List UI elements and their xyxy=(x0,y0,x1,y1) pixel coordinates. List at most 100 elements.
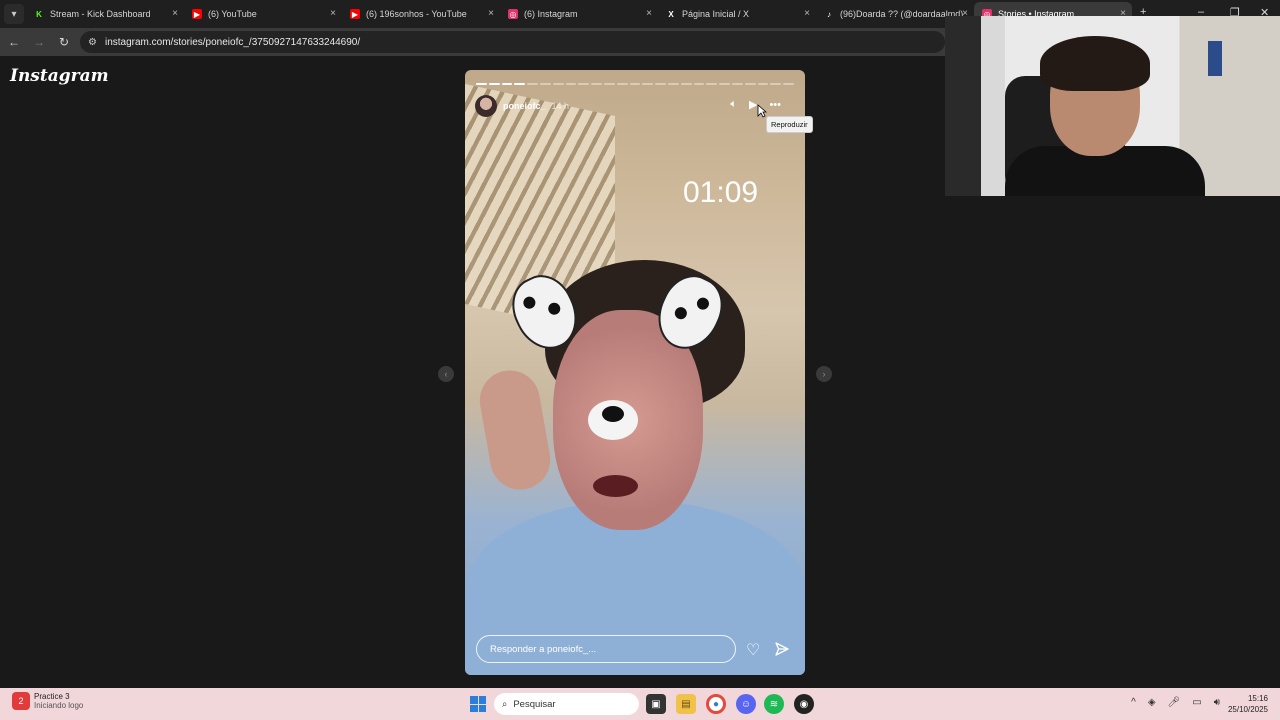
mouse-cursor-icon xyxy=(757,104,767,118)
dog-nose xyxy=(588,400,638,440)
tab-close-icon[interactable]: × xyxy=(172,8,178,19)
tab-label: Página Inicial / X xyxy=(682,9,750,19)
story-header: poneiofc_ 14 h 🔈︎ ▶ ••• xyxy=(475,94,795,118)
discord-icon[interactable]: ☺ xyxy=(736,694,756,714)
streamer-hair xyxy=(1040,36,1150,91)
clock-date: 25/10/2025 xyxy=(1227,705,1268,714)
story-progress-segment xyxy=(719,83,730,85)
story-progress-segment xyxy=(770,83,782,85)
story-progress-segment xyxy=(514,83,526,85)
tab-search-dropdown[interactable]: ▾ xyxy=(4,4,24,24)
instagram-logo[interactable]: Instagram xyxy=(10,66,109,86)
story-progress-segment xyxy=(552,83,564,85)
story-progress-segment xyxy=(642,83,654,85)
mouth xyxy=(593,475,638,497)
story-progress-segment xyxy=(476,83,487,85)
search-placeholder: Pesquisar xyxy=(513,698,556,710)
microphone-icon[interactable]: 🎤︎ xyxy=(1168,697,1181,708)
task-view-icon[interactable]: ▣ xyxy=(646,694,666,714)
tab-close-icon[interactable]: × xyxy=(488,8,494,19)
story-progress-segment xyxy=(539,83,551,85)
story-progress-segment xyxy=(667,83,679,85)
url-text: instagram.com/stories/poneiofc_/37509271… xyxy=(104,36,361,48)
story-progress-segment xyxy=(527,83,538,85)
story-progress-segment xyxy=(655,83,666,85)
security-icon[interactable]: ◈ xyxy=(1148,697,1156,708)
heart-icon[interactable]: ♡ xyxy=(746,640,760,660)
story-progress-segment xyxy=(680,83,692,85)
story-progress-segment xyxy=(591,83,602,85)
chrome-icon[interactable]: ● xyxy=(706,694,726,714)
more-options-icon[interactable]: ••• xyxy=(769,99,781,111)
notification-title: Practice 3 xyxy=(34,692,70,701)
forward-icon[interactable]: → xyxy=(28,31,50,53)
tiktok-icon: ♪ xyxy=(827,9,831,19)
story-overlay-text: 01:09 xyxy=(683,176,759,209)
story-progress-segment xyxy=(603,83,615,85)
back-icon[interactable]: ← xyxy=(3,31,25,53)
tab-close-icon[interactable]: × xyxy=(646,8,652,19)
story-progress-bar xyxy=(476,83,794,85)
obs-icon[interactable]: ◉ xyxy=(794,694,814,714)
tab-label: (6) YouTube xyxy=(208,9,257,19)
chevron-up-icon[interactable]: ^ xyxy=(1131,697,1136,708)
story-progress-segment xyxy=(731,83,743,85)
tab-label: Stream - Kick Dashboard xyxy=(50,9,151,19)
story-username[interactable]: poneiofc_ xyxy=(503,101,546,111)
tab-label: (6) Instagram xyxy=(524,9,578,19)
clock-time: 15:16 xyxy=(1247,694,1268,703)
youtube-icon: ▶ xyxy=(192,9,202,19)
story-progress-segment xyxy=(629,83,641,85)
story-progress-segment xyxy=(783,83,794,85)
tab-youtube[interactable]: ▶ (6) YouTube × xyxy=(184,2,342,26)
network-icon[interactable]: ▭ xyxy=(1192,697,1201,708)
kick-icon: K xyxy=(36,9,42,19)
reply-input[interactable]: Responder a poneiofc_... xyxy=(476,635,736,663)
story-progress-segment xyxy=(693,83,705,85)
instagram-icon: ◎ xyxy=(508,9,518,19)
tab-close-icon[interactable]: × xyxy=(330,8,336,19)
system-tray: ^ ◈ 🎤︎ ▭ 🔊︎ xyxy=(1131,697,1220,708)
notification-badge: 2 xyxy=(12,692,30,710)
tab-close-icon[interactable]: × xyxy=(804,8,810,19)
notification-widget[interactable]: 2 Practice 3 Iniciando logo xyxy=(12,692,83,710)
story-progress-segment xyxy=(565,83,577,85)
send-icon[interactable] xyxy=(774,641,790,657)
taskbar-search[interactable]: ⌕ Pesquisar xyxy=(494,693,639,715)
story-viewer[interactable]: poneiofc_ 14 h 🔈︎ ▶ ••• 01:09 Responder … xyxy=(465,70,805,675)
site-info-icon[interactable]: ⚙ xyxy=(88,37,97,48)
volume-icon[interactable]: 🔈︎ xyxy=(730,98,737,111)
story-progress-segment xyxy=(757,83,769,85)
story-progress-segment xyxy=(706,83,718,85)
previous-story-icon[interactable]: ‹ xyxy=(438,366,454,382)
tab-label: (6) 196sonhos - YouTube xyxy=(366,9,467,19)
hand xyxy=(475,365,555,495)
tab-youtube-196sonhos[interactable]: ▶ (6) 196sonhos - YouTube × xyxy=(342,2,500,26)
story-time: 14 h xyxy=(551,101,570,111)
spotify-icon[interactable]: ≋ xyxy=(764,694,784,714)
tab-x[interactable]: X Página Inicial / X × xyxy=(658,2,816,26)
webcam-overlay xyxy=(945,16,1280,196)
windows-taskbar: 2 Practice 3 Iniciando logo ⌕ Pesquisar … xyxy=(0,688,1280,720)
search-icon: ⌕ xyxy=(502,698,508,710)
address-bar[interactable]: ⚙ instagram.com/stories/poneiofc_/375092… xyxy=(80,31,945,53)
reload-icon[interactable]: ↻ xyxy=(53,31,75,53)
wall-poster xyxy=(1208,41,1222,76)
youtube-icon: ▶ xyxy=(350,9,360,19)
system-clock[interactable]: 15:16 25/10/2025 xyxy=(1228,693,1268,715)
avatar[interactable] xyxy=(475,95,497,117)
story-progress-segment xyxy=(578,83,590,85)
next-story-icon[interactable]: › xyxy=(816,366,832,382)
story-progress-segment xyxy=(501,83,513,85)
story-progress-segment xyxy=(616,83,628,85)
tooltip: Reproduzir xyxy=(766,116,813,133)
tab-instagram[interactable]: ◎ (6) Instagram × xyxy=(500,2,658,26)
speaker-icon[interactable]: 🔊︎ xyxy=(1214,697,1220,708)
x-icon: X xyxy=(668,9,674,19)
file-explorer-icon[interactable]: ▤ xyxy=(676,694,696,714)
notification-subtitle: Iniciando logo xyxy=(34,701,84,710)
tab-kick-dashboard[interactable]: K Stream - Kick Dashboard × xyxy=(26,2,184,26)
windows-start-icon[interactable] xyxy=(470,696,486,712)
story-progress-segment xyxy=(744,83,756,85)
story-progress-segment xyxy=(488,83,500,85)
